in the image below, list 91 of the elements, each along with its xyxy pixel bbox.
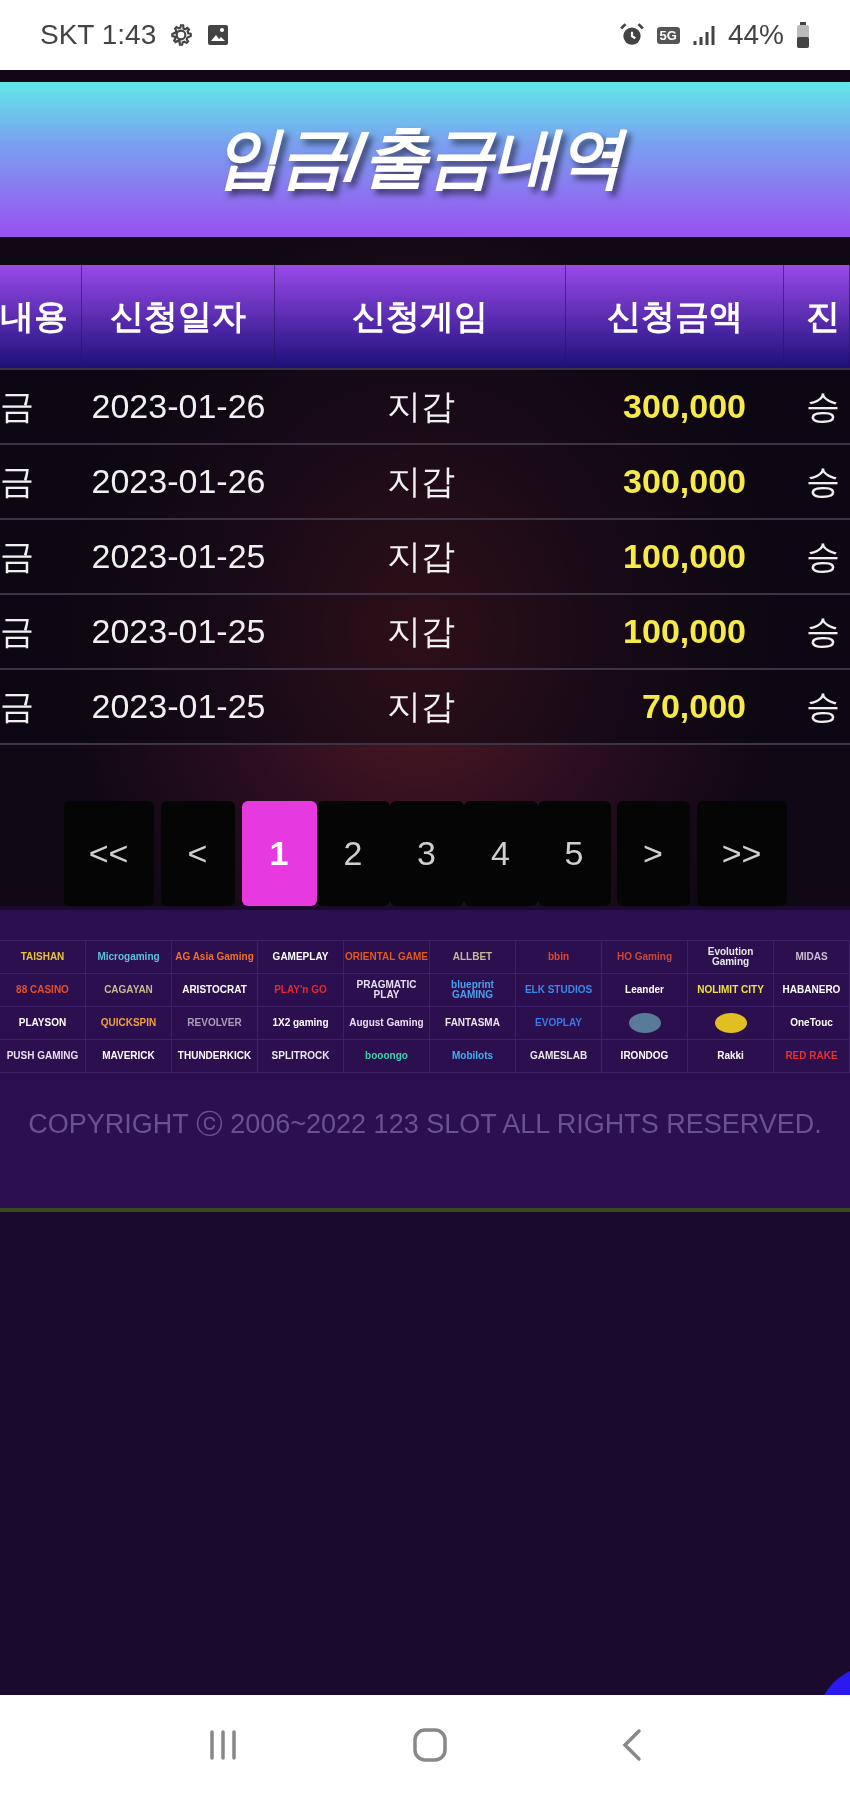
table-cell-text: 금 bbox=[0, 385, 35, 427]
page-button[interactable]: 3 bbox=[389, 801, 464, 906]
column-header: 신청금액 bbox=[566, 265, 784, 368]
recent-apps-icon[interactable] bbox=[207, 1728, 239, 1761]
table-cell-text: 100,000 bbox=[622, 536, 747, 577]
table-cell-text: 금 bbox=[0, 685, 35, 727]
table-cell-text: 2023-01-26 bbox=[90, 386, 267, 427]
emblem-icon bbox=[626, 1012, 663, 1034]
column-header: 신청일자 bbox=[82, 265, 275, 368]
provider-logo: booongo bbox=[365, 1051, 408, 1061]
provider-logo: FANTASMA bbox=[445, 1018, 500, 1028]
column-header: 신청게임 bbox=[275, 265, 566, 368]
table-cell-text: 70,000 bbox=[641, 686, 747, 727]
table-cell-text: 승 bbox=[805, 385, 841, 427]
signal-icon bbox=[691, 23, 716, 47]
page-title: 입금/출금내역 bbox=[211, 113, 639, 206]
provider-logo: NOLIMIT CITY bbox=[697, 985, 764, 995]
provider-logo: SPLITROCK bbox=[271, 1051, 330, 1061]
provider-logo: Mobilots bbox=[451, 1051, 494, 1061]
settings-icon bbox=[168, 22, 195, 48]
table-cell-text: 승 bbox=[805, 685, 841, 727]
column-header: 진 bbox=[784, 265, 850, 368]
table-cell-text: 지갑 bbox=[385, 610, 456, 652]
provider-logo: IRONDOG bbox=[620, 1051, 669, 1061]
provider-logo: bbin bbox=[547, 952, 570, 962]
battery-text: 44% bbox=[727, 19, 784, 51]
table-cell-text: 2023-01-25 bbox=[90, 686, 267, 727]
provider-logo: QUICKSPIN bbox=[100, 1018, 157, 1028]
provider-logo: Evolution Gaming bbox=[706, 947, 755, 967]
home-icon[interactable] bbox=[413, 1727, 447, 1762]
provider-logo: OneTouc bbox=[790, 1018, 833, 1028]
table-cell-text: 금 bbox=[0, 460, 35, 502]
page-button[interactable]: > bbox=[616, 801, 690, 906]
provider-logo: CAGAYAN bbox=[104, 985, 153, 995]
table-cell-text: 지갑 bbox=[385, 535, 456, 577]
back-icon[interactable] bbox=[621, 1727, 643, 1762]
table-cell-text: 100,000 bbox=[622, 611, 747, 652]
column-header: 내용 bbox=[0, 265, 82, 368]
table-cell-text: 지갑 bbox=[385, 385, 456, 427]
provider-logo: PLAY'n GO bbox=[274, 985, 327, 995]
copyright-text: COPYRIGHT ⓒ 2006~2022 123 SLOT ALL RIGHTS RESERVED. bbox=[27, 1108, 823, 1141]
provider-logo: GAMEPLAY bbox=[272, 952, 329, 962]
table-cell-text: 지갑 bbox=[385, 685, 456, 727]
page-button[interactable]: << bbox=[63, 801, 154, 906]
provider-logo: HO Gaming bbox=[617, 952, 672, 962]
provider-logo: GAMESLAB bbox=[529, 1051, 588, 1061]
emblem-icon bbox=[712, 1012, 749, 1034]
provider-logo: Leander bbox=[625, 985, 664, 995]
alarm-icon bbox=[618, 22, 645, 48]
page-button[interactable]: 4 bbox=[463, 801, 538, 906]
table-cell-text: 지갑 bbox=[385, 460, 456, 502]
battery-icon bbox=[796, 22, 810, 48]
provider-logo: TAISHAN bbox=[20, 952, 65, 962]
provider-logo: 1X2 gaming bbox=[272, 1018, 329, 1028]
provider-logo: 88 CASINO bbox=[16, 985, 69, 995]
table-cell-text: 승 bbox=[805, 460, 841, 502]
provider-logo: RED RAKE bbox=[785, 1051, 838, 1061]
table-cell-text: 2023-01-25 bbox=[90, 611, 267, 652]
page-button[interactable]: >> bbox=[696, 801, 787, 906]
table-cell-text: 금 bbox=[0, 535, 35, 577]
provider-logo: AG Asia Gaming bbox=[175, 952, 254, 962]
provider-logo: ARISTOCRAT bbox=[182, 985, 247, 995]
provider-logo: ALLBET bbox=[452, 952, 493, 962]
table-cell-text: 금 bbox=[0, 610, 35, 652]
provider-logo: blueprint GAMING bbox=[450, 980, 495, 1000]
provider-logo: Rakki bbox=[717, 1051, 744, 1061]
provider-logo: MAVERICK bbox=[102, 1051, 155, 1061]
provider-logo: HABANERO bbox=[782, 985, 841, 995]
table-cell-text: 300,000 bbox=[622, 386, 747, 427]
provider-logo: August Gaming bbox=[349, 1018, 424, 1028]
page-button[interactable]: < bbox=[160, 801, 235, 906]
table-cell-text: 승 bbox=[805, 535, 841, 577]
image-icon bbox=[206, 23, 231, 47]
provider-logo: Microgaming bbox=[97, 952, 160, 962]
page-button[interactable]: 5 bbox=[537, 801, 611, 906]
provider-logo: EVOPLAY bbox=[535, 1018, 582, 1028]
table-cell-text: 승 bbox=[805, 610, 841, 652]
table-cell-text: 2023-01-26 bbox=[90, 461, 267, 502]
page-button[interactable]: 2 bbox=[316, 801, 390, 906]
provider-logo: PLAYSON bbox=[18, 1018, 67, 1028]
provider-logo: PRAGMATIC PLAY bbox=[355, 980, 418, 1000]
table-cell-text: 300,000 bbox=[622, 461, 747, 502]
clock-text: SKT 1:43 bbox=[40, 19, 157, 51]
provider-logo: REVOLVER bbox=[187, 1018, 242, 1028]
provider-logo: ELK STUDIOS bbox=[524, 985, 593, 995]
table-cell-text: 2023-01-25 bbox=[90, 536, 267, 577]
network-badge: 5G bbox=[656, 26, 680, 44]
provider-logo: PUSH GAMING bbox=[6, 1051, 79, 1061]
provider-logo: MIDAS bbox=[795, 952, 828, 962]
provider-logo: ORIENTAL GAME bbox=[345, 952, 428, 962]
provider-logo: THUNDERKICK bbox=[177, 1051, 252, 1061]
